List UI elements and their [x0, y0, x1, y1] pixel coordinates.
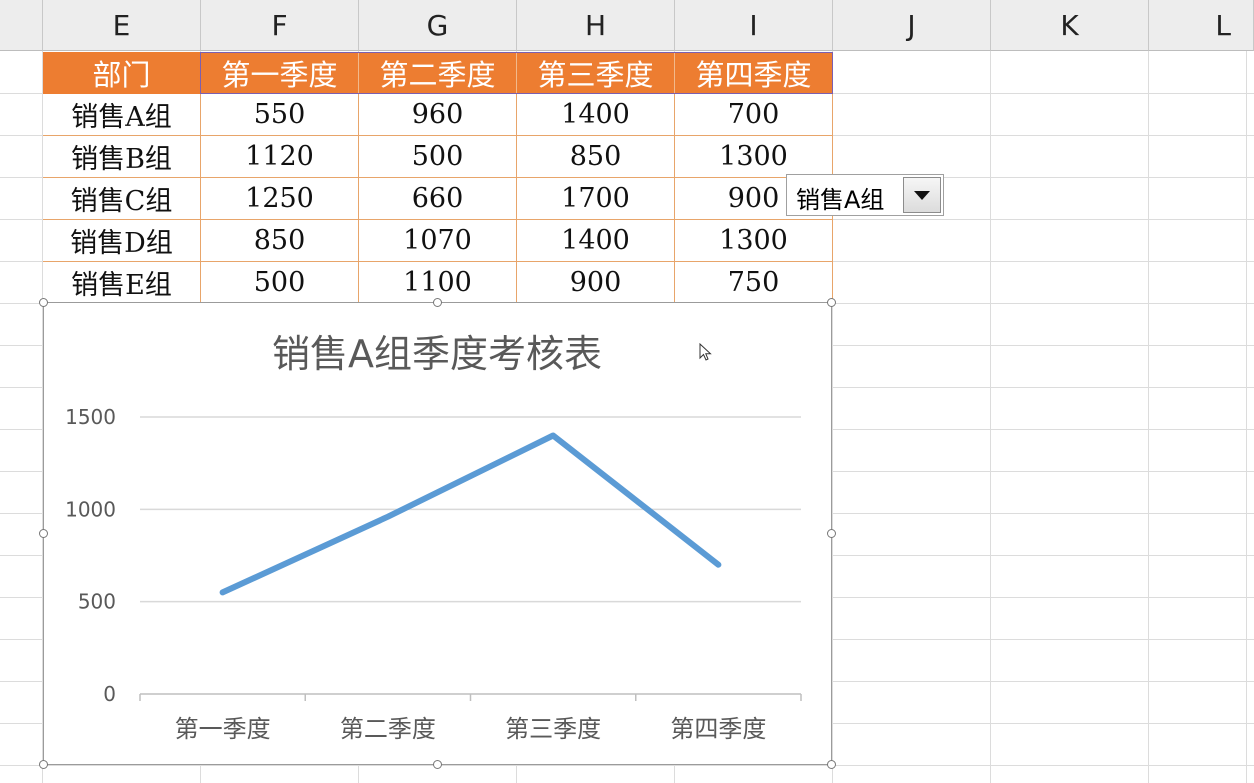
column-header-h[interactable]: H [517, 0, 675, 51]
table-cell[interactable]: 销售E组 [43, 262, 201, 304]
group-combobox[interactable]: 销售A组 [786, 174, 944, 216]
table-cell[interactable]: 850 [201, 220, 359, 262]
table-cell[interactable]: 500 [201, 262, 359, 304]
y-tick-label: 1500 [65, 405, 116, 429]
mouse-cursor-icon [699, 343, 712, 361]
grid-line [1246, 51, 1247, 783]
table-cell[interactable]: 500 [359, 136, 517, 178]
y-tick-label: 1000 [65, 497, 116, 521]
table-cell[interactable]: 750 [675, 262, 833, 304]
table-header-cell[interactable]: 第三季度 [517, 52, 675, 94]
table-cell[interactable]: 1400 [517, 220, 675, 262]
table-cell[interactable]: 1700 [517, 178, 675, 220]
column-header-i[interactable]: I [675, 0, 833, 51]
select-all-corner[interactable] [0, 0, 43, 51]
table-cell[interactable]: 销售A组 [43, 94, 201, 136]
table-cell[interactable]: 550 [201, 94, 359, 136]
table-cell[interactable]: 1300 [675, 220, 833, 262]
resize-handle[interactable] [827, 529, 836, 538]
x-tick-label: 第一季度 [175, 715, 271, 743]
table-cell[interactable]: 1400 [517, 94, 675, 136]
table-cell[interactable]: 销售C组 [43, 178, 201, 220]
series-line [219, 432, 722, 596]
table-cell[interactable]: 850 [517, 136, 675, 178]
table-cell[interactable]: 销售D组 [43, 220, 201, 262]
table-cell[interactable]: 1070 [359, 220, 517, 262]
x-tick-label: 第四季度 [670, 715, 766, 743]
resize-handle[interactable] [433, 760, 442, 769]
column-header-j[interactable]: J [833, 0, 991, 51]
y-tick-label: 0 [103, 682, 116, 706]
table-header-cell[interactable]: 第一季度 [201, 52, 359, 94]
line-chart[interactable]: 销售A组季度考核表 0 500 1000 1500 第一季度 第二季度 第三季度 第四季度 [43, 302, 832, 765]
table-cell[interactable]: 1300 [675, 136, 833, 178]
table-cell[interactable]: 700 [675, 94, 833, 136]
column-header-g[interactable]: G [359, 0, 517, 51]
combobox-selected-value: 销售A组 [796, 186, 885, 214]
resize-handle[interactable] [39, 298, 48, 307]
x-tick-label: 第二季度 [340, 715, 436, 743]
column-header-l[interactable]: L [1149, 0, 1254, 51]
dropdown-button[interactable] [903, 177, 941, 213]
resize-handle[interactable] [39, 529, 48, 538]
x-tick-label: 第三季度 [505, 715, 601, 743]
grid-line [1148, 51, 1149, 783]
table-cell[interactable]: 900 [517, 262, 675, 304]
resize-handle[interactable] [827, 298, 836, 307]
table-cell[interactable]: 960 [359, 94, 517, 136]
y-tick-label: 500 [78, 590, 116, 614]
column-header-f[interactable]: F [201, 0, 359, 51]
chevron-down-icon [914, 191, 930, 200]
resize-handle[interactable] [827, 760, 836, 769]
table-header-cell[interactable]: 部门 [43, 52, 201, 94]
column-header-k[interactable]: K [991, 0, 1149, 51]
resize-handle[interactable] [433, 298, 442, 307]
table-header-cell[interactable]: 第二季度 [359, 52, 517, 94]
table-cell[interactable]: 1250 [201, 178, 359, 220]
chart-title: 销售A组季度考核表 [272, 332, 602, 376]
table-cell[interactable]: 660 [359, 178, 517, 220]
chart-canvas: 销售A组季度考核表 0 500 1000 1500 第一季度 第二季度 第三季度 第四季度 [65, 332, 802, 743]
table-cell[interactable]: 1120 [201, 136, 359, 178]
table-cell[interactable]: 销售B组 [43, 136, 201, 178]
table-header-cell[interactable]: 第四季度 [675, 52, 833, 94]
resize-handle[interactable] [39, 760, 48, 769]
column-header-e[interactable]: E [43, 0, 201, 51]
grid-line [990, 51, 991, 783]
